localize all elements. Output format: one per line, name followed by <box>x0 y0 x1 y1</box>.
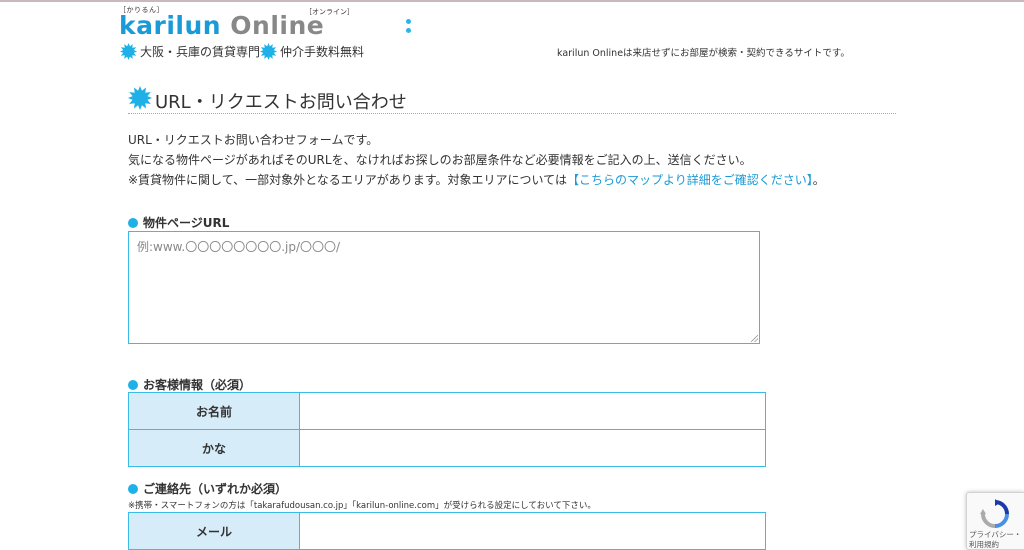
logo-text: karilun Online <box>119 11 324 40</box>
bullet-dot-icon <box>128 217 138 228</box>
page-title-bar: URL・リクエストお問い合わせ <box>128 86 896 114</box>
intro-line-3-text: ※賃貸物件に関して、一部対象外となるエリアがあります。対象エリアについては <box>128 173 567 187</box>
customer-section-heading-text: お客様情報（必須） <box>143 378 252 392</box>
starburst-icon <box>128 86 152 110</box>
logo-word-online: Online <box>230 11 325 40</box>
recaptcha-terms-link[interactable]: 利用規約 <box>969 540 1021 549</box>
email-input[interactable] <box>300 513 765 549</box>
contact-table: メール <box>128 512 766 550</box>
customer-section-heading: お客様情報（必須） <box>128 376 251 393</box>
kana-label: かな <box>128 429 300 467</box>
starburst-icon <box>260 43 277 60</box>
email-cell <box>299 512 766 550</box>
logo-colon-icon <box>406 18 412 38</box>
logo-word-karilun: karilun <box>119 11 222 40</box>
url-section-heading-text: 物件ページURL <box>143 216 230 230</box>
recaptcha-icon <box>980 499 1009 528</box>
table-row: お名前 <box>128 392 766 430</box>
top-border <box>0 0 1024 2</box>
intro-line-1: URL・リクエストお問い合わせフォームです。 <box>128 133 379 147</box>
intro-line-3: ※賃貸物件に関して、一部対象外となるエリアがあります。対象エリアについては【こち… <box>128 170 825 190</box>
kana-cell <box>299 429 766 467</box>
intro-text: URL・リクエストお問い合わせフォームです。 気になる物件ページがあればそのUR… <box>128 130 825 190</box>
contact-section-heading-text: ご連絡先（いずれか必須） <box>143 482 288 496</box>
contact-section-heading: ご連絡先（いずれか必須） <box>128 480 287 497</box>
recaptcha-badge[interactable]: プライバシー・ 利用規約 <box>966 492 1024 550</box>
tagline-rental-text: 大阪・兵庫の賃貸専門 <box>140 45 261 59</box>
intro-line-2: 気になる物件ページがあればそのURLを、なければお探しのお部屋条件など必要情報を… <box>128 153 752 167</box>
bullet-dot-icon <box>128 379 138 390</box>
page-title: URL・リクエストお問い合わせ <box>155 92 407 113</box>
name-input[interactable] <box>300 393 765 429</box>
area-map-link[interactable]: 【こちらのマップより詳細をご確認ください】 <box>567 173 813 187</box>
email-domain-note: ※携帯・スマートフォンの方は「takarafudousan.co.jp」「kar… <box>128 501 596 511</box>
site-description: karilun Onlineは来店せずにお部屋が検索・契約できるサイトです。 <box>557 48 850 59</box>
table-row: メール <box>128 512 766 550</box>
property-url-input[interactable] <box>128 231 760 344</box>
kana-input[interactable] <box>300 430 765 466</box>
customer-info-table: お名前 かな <box>128 392 766 467</box>
resize-handle-icon[interactable] <box>751 335 758 342</box>
url-section-heading: 物件ページURL <box>128 214 229 231</box>
recaptcha-links: プライバシー・ 利用規約 <box>969 530 1021 549</box>
email-label: メール <box>128 512 300 550</box>
recaptcha-privacy-link[interactable]: プライバシー・ <box>969 530 1021 540</box>
name-label: お名前 <box>128 392 300 430</box>
tagline-no-fee: 仲介手数料無料 <box>260 43 364 60</box>
starburst-icon <box>120 43 137 60</box>
name-cell <box>299 392 766 430</box>
tagline-no-fee-text: 仲介手数料無料 <box>280 45 365 59</box>
table-row: かな <box>128 429 766 467</box>
bullet-dot-icon <box>128 483 138 494</box>
tagline-rental: 大阪・兵庫の賃貸専門 <box>120 43 260 60</box>
intro-line-3-end: 。 <box>812 173 825 187</box>
